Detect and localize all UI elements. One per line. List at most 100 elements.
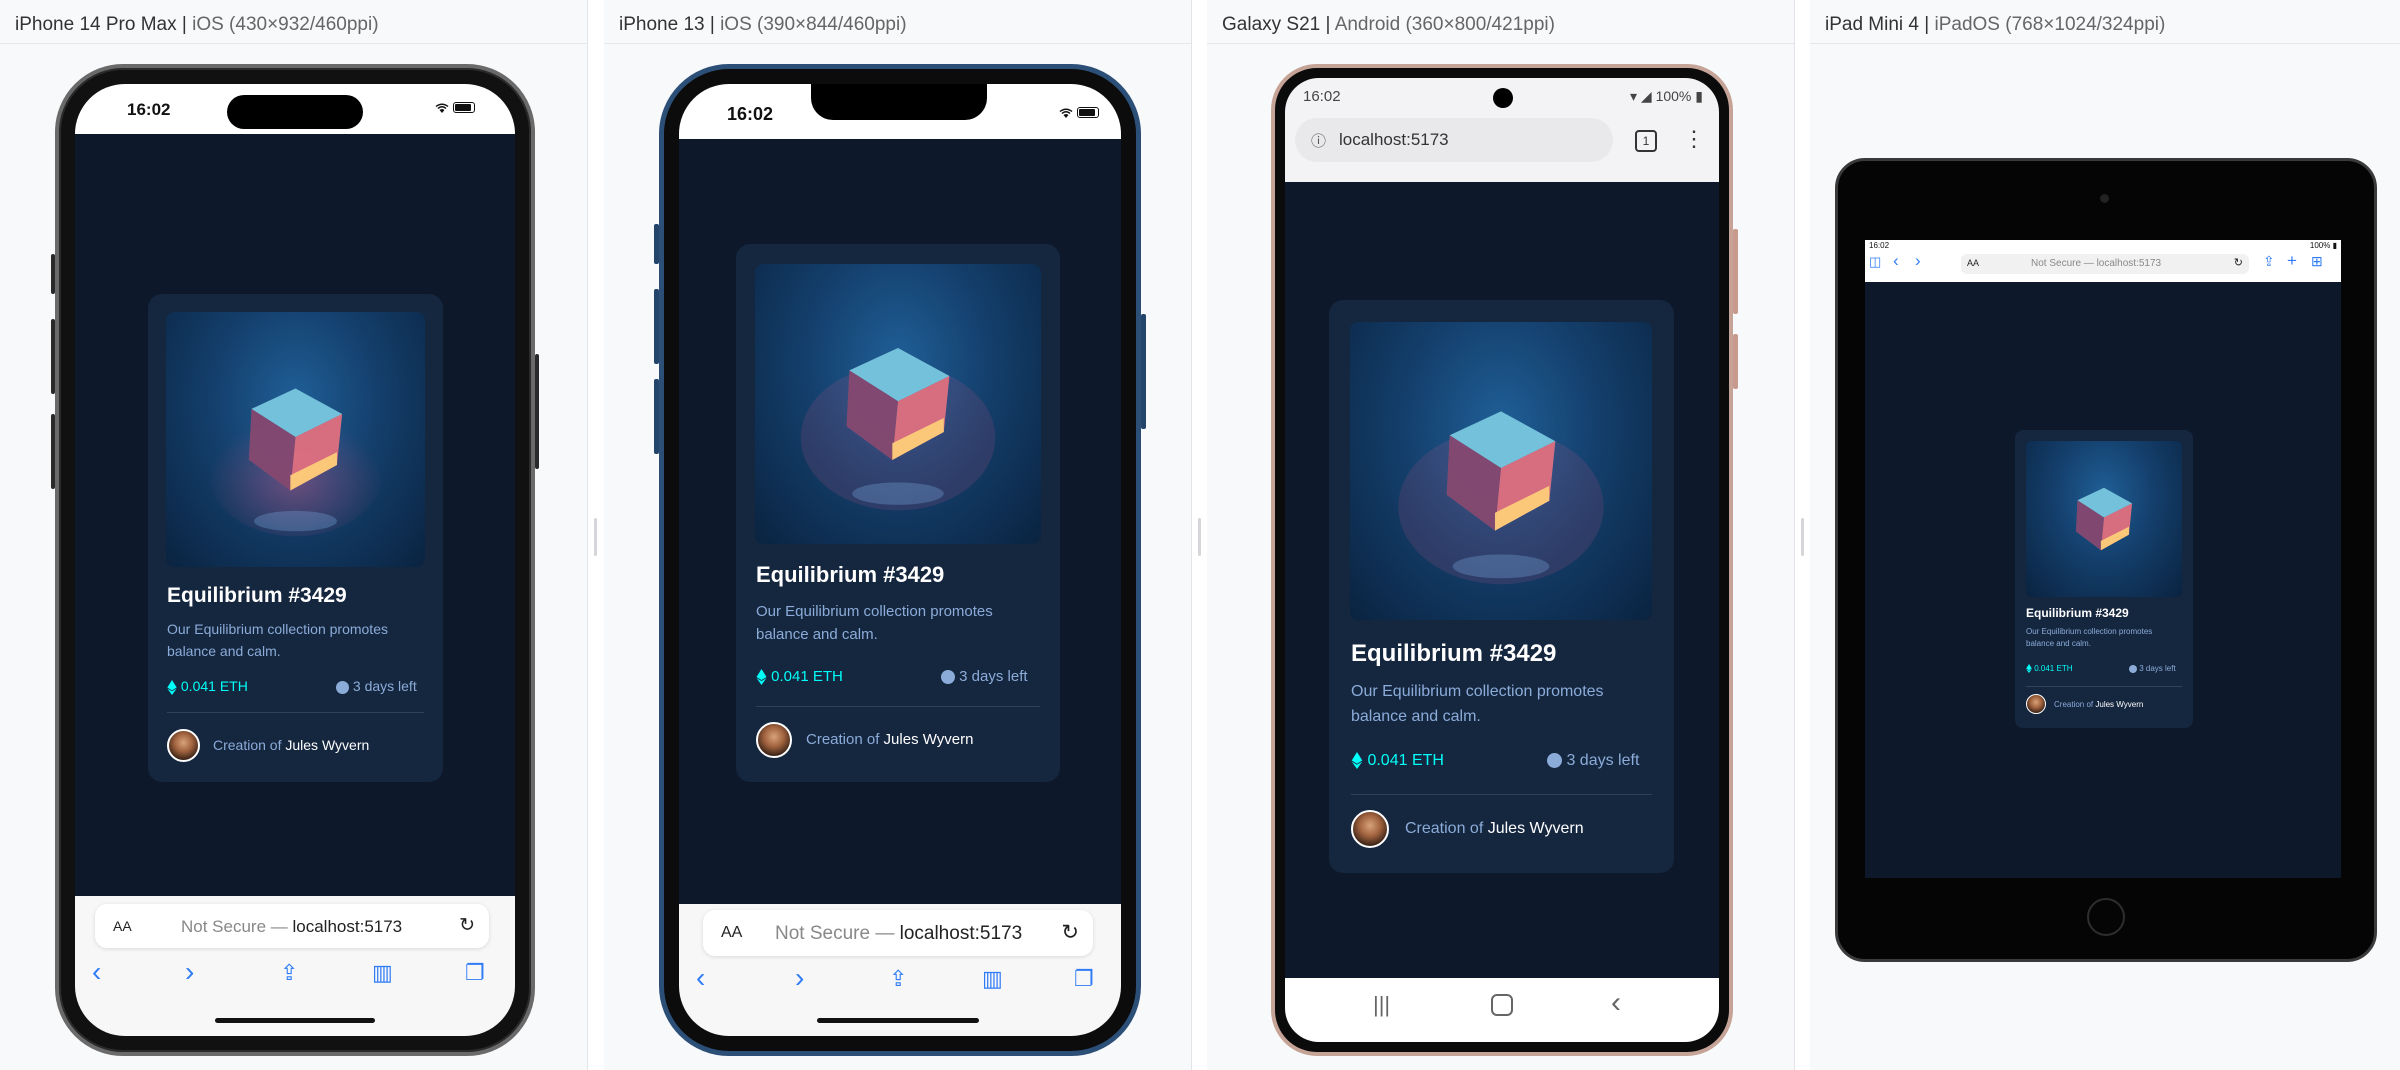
creator-name[interactable]: Jules Wyvern — [285, 737, 369, 753]
card-divider — [167, 712, 424, 713]
creator-name[interactable]: Jules Wyvern — [884, 731, 974, 748]
power-button — [1733, 334, 1738, 389]
device-panel-header: iPad Mini 4 | iPadOS (768×1024/324ppi) — [1810, 4, 2400, 44]
iphone-13-device: 16:02 Equilibrium #3429 Our Equilibrium … — [654, 64, 1146, 1056]
text-size-button[interactable]: AA — [721, 924, 742, 942]
clock-icon — [1547, 753, 1562, 769]
nft-image[interactable] — [1350, 322, 1652, 620]
reload-icon[interactable]: ↻ — [1061, 920, 1079, 945]
creator-avatar — [1351, 810, 1389, 848]
device-spec: Android (360×800/421ppi) — [1334, 14, 1555, 35]
home-button[interactable] — [2087, 898, 2125, 936]
card-divider — [2026, 686, 2182, 687]
url-text: localhost:5173 — [292, 917, 403, 936]
device-panel-header: iPhone 13 | iOS (390×844/460ppi) — [604, 4, 1191, 44]
forward-icon[interactable]: › — [795, 962, 804, 994]
iphone-14-pro-max-device: 16:02 Equilibrium #3429 Our Equilibrium … — [51, 64, 539, 1056]
address-text: Not Secure — localhost:5173 — [775, 923, 1022, 945]
creator-name[interactable]: Jules Wyvern — [2095, 700, 2143, 709]
back-icon[interactable]: ‹ — [92, 956, 101, 988]
reload-icon[interactable]: ↻ — [459, 914, 475, 937]
status-time: 16:02 — [127, 100, 171, 119]
back-icon[interactable]: ‹ — [696, 962, 705, 994]
home-icon[interactable] — [1491, 994, 1513, 1016]
address-bar[interactable]: ⓘ localhost:5173 — [1295, 118, 1613, 162]
address-bar[interactable]: AA Not Secure — localhost:5173 ↻ — [703, 910, 1093, 956]
nft-image[interactable] — [2026, 441, 2182, 597]
share-icon[interactable]: ⇪ — [889, 966, 907, 992]
resize-handle[interactable] — [1198, 518, 1201, 556]
galaxy-s21-device: 16:02 ▾ ◢ 100% ▮ ⓘ localhost:5173 1 ⋮ Eq… — [1271, 64, 1738, 1056]
address-text: Not Secure — localhost:5173 — [181, 917, 402, 937]
address-text: Not Secure — localhost:5173 — [2031, 258, 2162, 269]
android-status-bar: 16:02 ▾ ◢ 100% ▮ ⓘ localhost:5173 1 ⋮ — [1285, 78, 1719, 182]
price: 0.041 ETH — [167, 678, 248, 695]
text-size-button[interactable]: AA — [1967, 258, 1979, 268]
back-icon[interactable]: ‹ — [1611, 986, 1621, 1020]
resize-handle[interactable] — [594, 518, 597, 556]
tabs-overview-icon[interactable]: ⊞ — [2311, 253, 2323, 270]
price-value: 0.041 ETH — [180, 678, 248, 694]
creator-line: Creation of Jules Wyvern — [1405, 820, 1584, 838]
device-name: iPad Mini 4 — [1825, 14, 1919, 35]
dynamic-island — [227, 95, 363, 129]
nft-image[interactable] — [755, 264, 1041, 544]
device-screen: 16:02 Equilibrium #3429 Our Equilibrium … — [75, 84, 515, 1036]
device-panel-galaxy-s21: Galaxy S21 | Android (360×800/421ppi) 16… — [1207, 0, 1804, 1070]
status-time: 16:02 — [1303, 88, 1341, 105]
device-screen: 16:02 Equilibrium #3429 Our Equilibrium … — [679, 84, 1121, 1036]
creation-prefix: Creation of — [806, 731, 880, 748]
card-divider — [756, 706, 1040, 707]
bookmarks-icon[interactable]: ▥ — [982, 966, 1003, 992]
creator-avatar — [756, 722, 792, 758]
recent-apps-icon[interactable]: ||| — [1373, 992, 1390, 1018]
text-size-button[interactable]: AA — [113, 918, 132, 934]
card-title[interactable]: Equilibrium #3429 — [756, 562, 944, 588]
reload-icon[interactable]: ↻ — [2234, 256, 2243, 269]
cube-image-icon — [800, 348, 996, 511]
status-icons — [1059, 104, 1099, 122]
cube-image-icon — [207, 388, 384, 537]
tab-count-button[interactable]: 1 — [1635, 130, 1657, 152]
tabs-icon[interactable]: ❐ — [1074, 966, 1094, 992]
nft-image[interactable] — [166, 312, 425, 567]
home-indicator — [817, 1018, 979, 1023]
share-icon[interactable]: ⇪ — [280, 960, 298, 986]
info-icon[interactable]: ⓘ — [1311, 130, 1326, 151]
device-panel-iphone-14-pro-max: iPhone 14 Pro Max | iOS (430×932/460ppi)… — [0, 0, 597, 1070]
status-time: 16:02 — [727, 104, 774, 124]
device-title: Galaxy S21 | Android (360×800/421ppi) — [1222, 14, 1555, 35]
more-options-icon[interactable]: ⋮ — [1683, 126, 1705, 152]
card-title[interactable]: Equilibrium #3429 — [1351, 640, 1556, 668]
battery-level: 100% — [2309, 241, 2331, 250]
device-screen: 16:02 ▾ ◢ 100% ▮ ⓘ localhost:5173 1 ⋮ Eq… — [1285, 78, 1719, 1042]
forward-icon[interactable]: › — [1915, 251, 1921, 271]
creator-name[interactable]: Jules Wyvern — [1488, 820, 1584, 837]
card-title[interactable]: Equilibrium #3429 — [2026, 606, 2129, 620]
creator-line: Creation of Jules Wyvern — [806, 731, 973, 748]
device-panel-header: iPhone 14 Pro Max | iOS (430×932/460ppi) — [0, 4, 587, 44]
front-camera — [2100, 194, 2109, 203]
price-value: 0.041 ETH — [2034, 664, 2073, 673]
clock-icon — [2129, 664, 2137, 673]
ethereum-icon — [2026, 664, 2032, 674]
forward-icon[interactable]: › — [185, 956, 194, 988]
battery-icon: ▮ — [1695, 88, 1703, 104]
bookmarks-icon[interactable]: ▥ — [372, 960, 393, 986]
new-tab-icon[interactable]: + — [2287, 251, 2297, 271]
time-left-value: 3 days left — [352, 678, 417, 694]
status-icons: ▾ ◢ 100% ▮ — [1630, 88, 1703, 105]
tab-count: 1 — [1642, 134, 1650, 148]
tabs-icon[interactable]: ❐ — [465, 960, 485, 986]
share-icon[interactable]: ⇪ — [2263, 253, 2275, 270]
resize-handle[interactable] — [1801, 518, 1804, 556]
device-screen: 16:02 100% ▮ ◫ ‹ › AA Not Secure — local… — [1865, 240, 2341, 878]
sidebar-icon[interactable]: ◫ — [1869, 254, 1881, 270]
card-title[interactable]: Equilibrium #3429 — [167, 584, 347, 608]
price-value: 0.041 ETH — [1367, 752, 1444, 769]
address-bar[interactable]: AA Not Secure — localhost:5173 ↻ — [95, 904, 489, 948]
address-bar[interactable]: AA Not Secure — localhost:5173 ↻ — [1961, 254, 2249, 274]
back-icon[interactable]: ‹ — [1893, 251, 1899, 271]
price: 0.041 ETH — [2026, 664, 2073, 674]
not-secure-label: Not Secure — — [775, 923, 895, 944]
